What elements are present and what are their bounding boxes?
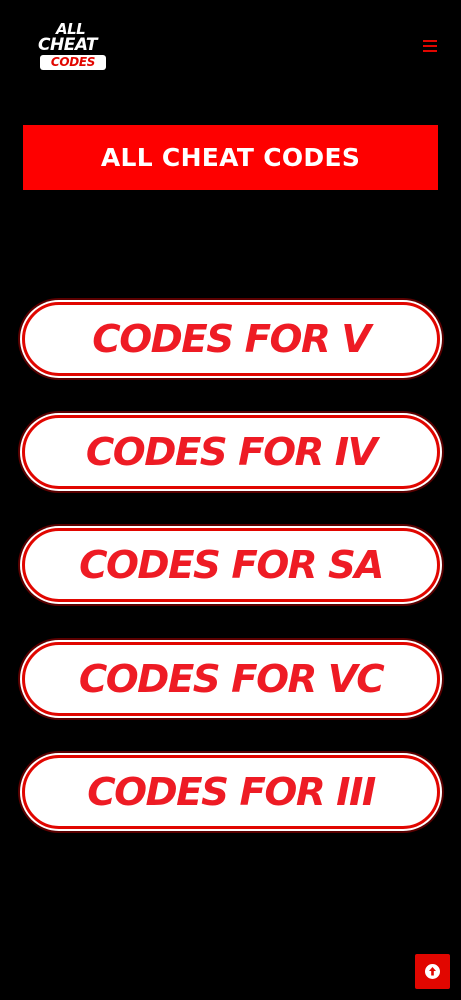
scroll-to-top-button[interactable]	[415, 954, 450, 989]
codes-for-iv-button[interactable]: CODES FOR IV	[22, 415, 440, 489]
arrow-up-circle-icon	[425, 964, 440, 979]
codes-for-iii-button[interactable]: CODES FOR III	[22, 755, 440, 829]
hamburger-menu-icon[interactable]	[423, 40, 437, 52]
button-label: CODES FOR IV	[85, 430, 378, 474]
button-label: CODES FOR III	[87, 770, 376, 814]
button-label: CODES FOR V	[92, 317, 371, 361]
button-label: CODES FOR VC	[78, 657, 385, 701]
page-title-banner: ALL CHEAT CODES	[23, 125, 438, 190]
logo-text-cheat: CHEAT	[38, 35, 97, 55]
codes-for-sa-button[interactable]: CODES FOR SA	[22, 528, 440, 602]
button-label: CODES FOR SA	[79, 543, 384, 587]
codes-for-vc-button[interactable]: CODES FOR VC	[22, 642, 440, 716]
codes-for-v-button[interactable]: CODES FOR V	[22, 302, 440, 376]
logo-text-codes: CODES	[40, 55, 106, 70]
site-logo[interactable]: ALL CHEAT CODES	[36, 22, 110, 72]
